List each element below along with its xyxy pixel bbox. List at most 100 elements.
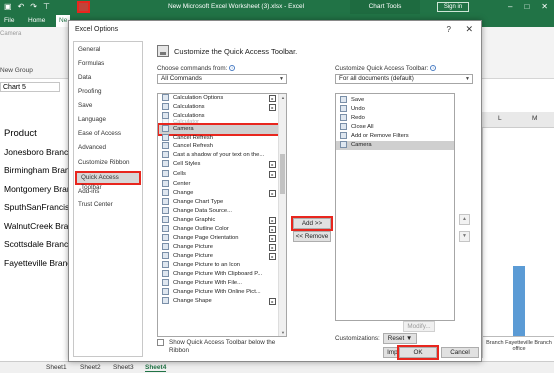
command-icon [162, 279, 169, 286]
cancel-button[interactable]: Cancel [441, 347, 479, 358]
list-item[interactable]: Cells ▸ [158, 170, 280, 179]
undo-icon[interactable]: ↶ [18, 2, 25, 11]
toolbar-item-label: Save [351, 97, 365, 104]
command-icon [162, 261, 169, 268]
list-item[interactable]: Undo [336, 105, 454, 114]
choose-commands-dropdown[interactable]: All Commands ▼ [157, 74, 287, 84]
nav-item-data[interactable]: Data [74, 72, 142, 84]
list-item[interactable]: Change Chart Type [158, 198, 280, 207]
list-item[interactable]: Save [336, 96, 454, 105]
customize-toolbar-dropdown[interactable]: For all documents (default) ▼ [335, 74, 473, 84]
scroll-thumb[interactable] [280, 154, 285, 194]
nav-item-customize-ribbon[interactable]: Customize Ribbon [74, 157, 142, 169]
scroll-up-icon[interactable]: ▲ [279, 95, 286, 100]
list-item[interactable]: Change Shape ▸ [158, 297, 280, 306]
list-item[interactable]: Cell Styles ▸ [158, 160, 280, 169]
list-item[interactable]: Change Picture With File... [158, 279, 280, 288]
list-item[interactable]: Change Graphic ▸ [158, 216, 280, 225]
list-item[interactable]: Change Picture ▸ [158, 252, 280, 261]
list-item[interactable]: Change Data Source... [158, 207, 280, 216]
list-item-camera-added[interactable]: Camera [336, 141, 454, 150]
nav-item-general[interactable]: General [74, 44, 142, 56]
help-icon[interactable]: ? [447, 25, 451, 34]
options-nav: General Formulas Data Proofing Save Lang… [73, 41, 143, 357]
chevron-down-icon: ▼ [465, 76, 470, 82]
commands-list[interactable]: Calculation Options ▸ Calculations ▸ Calcu… [157, 93, 287, 337]
nav-item-quick-access-toolbar[interactable]: Quick Access Toolbar [75, 171, 141, 191]
list-item[interactable]: Change Outline Color ▸ [158, 225, 280, 234]
command-icon [162, 198, 169, 205]
command-icon [162, 288, 169, 295]
nav-item-ease-of-access[interactable]: Ease of Access [74, 128, 142, 140]
remove-button[interactable]: << Remove [293, 231, 331, 242]
nav-item-proofing[interactable]: Proofing [74, 86, 142, 98]
modify-button[interactable]: Modify... [403, 321, 435, 332]
list-item[interactable]: Change Page Orientation ▸ [158, 234, 280, 243]
ribbon-camera-label[interactable]: Camera [0, 31, 21, 37]
redo-icon [340, 114, 347, 121]
nav-item-advanced[interactable]: Advanced [74, 142, 142, 154]
filter-icon[interactable]: ⊤ [43, 2, 50, 11]
reset-button[interactable]: Reset ▼ [383, 333, 417, 344]
command-icon [162, 134, 169, 141]
sheet-tab[interactable]: Sheet1 [46, 364, 67, 371]
commands-scrollbar[interactable]: ▲ ▼ [278, 94, 286, 336]
toolbar-items-list[interactable]: Save Undo Redo Close All Add or Remove F… [335, 93, 455, 321]
list-item[interactable]: Change ▸ [158, 189, 280, 198]
info-icon: i [229, 65, 236, 72]
nav-item-add-ins[interactable]: Add-ins [74, 186, 142, 198]
ribbon-group-label: New Group [0, 67, 33, 74]
move-down-button[interactable]: ▼ [459, 231, 470, 242]
list-item[interactable]: Change Picture to an Icon [158, 261, 280, 270]
command-icon [162, 207, 169, 214]
list-item[interactable]: Change Picture With Online Pict... [158, 288, 280, 297]
nav-item-language[interactable]: Language [74, 114, 142, 126]
list-item[interactable]: Change Picture With Clipboard P... [158, 270, 280, 279]
list-item[interactable]: Change Picture ▸ [158, 243, 280, 252]
sheet-tab-active[interactable]: Sheet4 [145, 364, 167, 372]
embedded-chart[interactable]: Branch Fayetteville Branch office [482, 128, 554, 358]
command-label: Change Picture With Online Pict... [173, 289, 261, 296]
command-label: Cell Styles [173, 161, 201, 168]
nav-item-save[interactable]: Save [74, 100, 142, 112]
list-item[interactable]: Calculations ▸ [158, 103, 280, 112]
command-icon [162, 103, 169, 110]
list-item[interactable]: Add or Remove Filters [336, 132, 454, 141]
command-icon [162, 160, 169, 167]
save-icon[interactable]: ▣ [4, 2, 12, 11]
nav-item-trust-center[interactable]: Trust Center [74, 199, 142, 211]
maximize-icon[interactable]: □ [524, 2, 529, 11]
tab-home[interactable]: Home [28, 17, 45, 24]
list-item[interactable]: Redo [336, 114, 454, 123]
show-below-ribbon-label: Show Quick Access Toolbar below the Ribb… [169, 339, 276, 354]
column-header-l[interactable]: L [498, 115, 502, 122]
submenu-icon: ▸ [269, 217, 276, 224]
move-up-button[interactable]: ▲ [459, 214, 470, 225]
close-icon[interactable]: ✕ [465, 24, 473, 35]
command-icon [162, 94, 169, 101]
options-main: Customize the Quick Access Toolbar. Choo… [149, 41, 479, 361]
minimize-icon[interactable]: – [508, 2, 512, 11]
show-below-ribbon-checkbox[interactable] [157, 339, 164, 346]
sheet-tab[interactable]: Sheet3 [113, 364, 134, 371]
name-box[interactable]: Chart 5 [0, 82, 60, 92]
choose-commands-text: Choose commands from: [157, 65, 228, 72]
command-icon [162, 225, 169, 232]
list-item[interactable]: Cancel Refresh [158, 142, 280, 151]
scroll-down-icon[interactable]: ▼ [279, 330, 286, 335]
column-header-m[interactable]: M [532, 115, 537, 122]
redo-icon[interactable]: ↷ [30, 2, 37, 11]
nav-item-formulas[interactable]: Formulas [74, 58, 142, 70]
ok-button[interactable]: OK [397, 345, 439, 360]
command-label: Cancel Refresh [173, 143, 213, 150]
add-button[interactable]: Add >> [291, 216, 333, 231]
camera-qat-button[interactable] [77, 1, 90, 13]
list-item[interactable]: Center [158, 180, 280, 189]
list-item[interactable]: Calculation Options ▸ [158, 94, 280, 103]
sign-in-button[interactable]: Sign in [437, 2, 469, 12]
sheet-tab[interactable]: Sheet2 [80, 364, 101, 371]
list-item[interactable]: Cast a shadow of your text on the... [158, 151, 280, 160]
list-item[interactable]: Close All [336, 123, 454, 132]
close-window-icon[interactable]: ✕ [541, 2, 548, 11]
tab-file[interactable]: File [4, 17, 14, 24]
